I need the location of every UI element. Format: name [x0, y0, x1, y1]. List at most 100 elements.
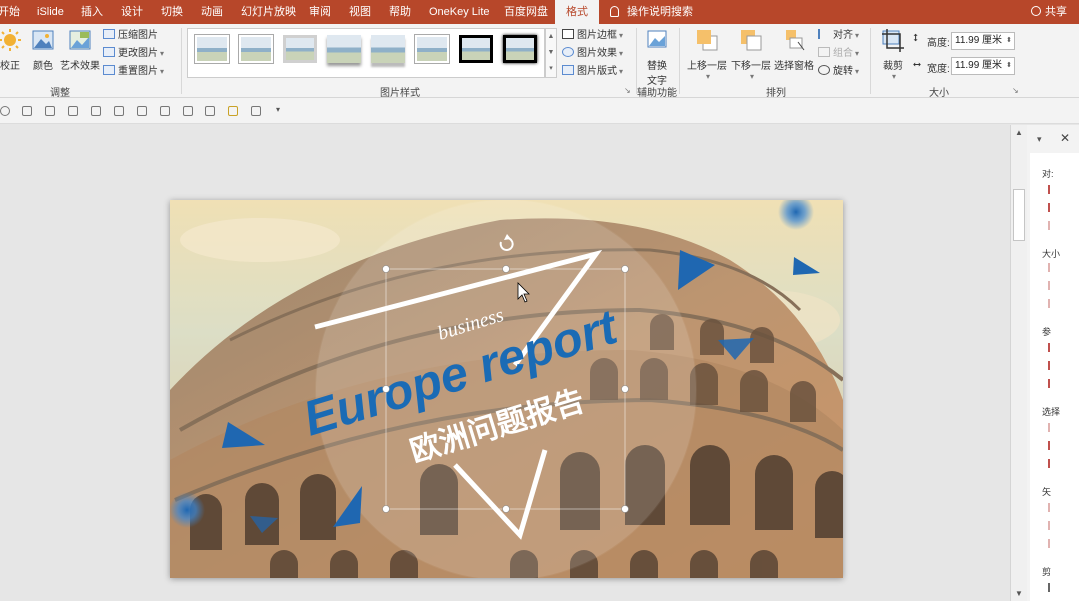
dialog-launcher-icon[interactable]: ↘: [624, 86, 631, 95]
picture-layout-button[interactable]: 图片版式 ▾: [562, 64, 623, 80]
group-objects-button[interactable]: 组合 ▾: [818, 46, 859, 62]
change-picture-button[interactable]: 更改图片 ▾: [103, 46, 164, 62]
tab-transitions[interactable]: 切换: [161, 0, 183, 24]
picture-border-label: 图片边框: [577, 30, 617, 41]
align-top-icon[interactable]: [1048, 203, 1057, 212]
size-height-icon[interactable]: [1048, 281, 1057, 290]
close-icon[interactable]: ✕: [1060, 131, 1070, 145]
chevron-down-icon[interactable]: ▼: [546, 45, 556, 61]
reset-picture-label: 重置图片: [118, 66, 158, 77]
dialog-launcher-icon[interactable]: ↘: [1012, 86, 1019, 95]
tab-review[interactable]: 审阅: [309, 0, 331, 24]
ribbon-format: 校正 颜色 艺术效果 压缩图片 更改图片 ▾ 重置图片 ▾ 调整 ▲ ▼ ▾ 图片边框 ▾…: [0, 24, 1079, 99]
selection-pane-button[interactable]: 选择窗格: [773, 28, 815, 72]
picture-style-thumb[interactable]: [195, 35, 229, 63]
select-same-icon[interactable]: [1048, 441, 1057, 450]
crop-button[interactable]: 裁剪 ▾: [876, 28, 910, 81]
chevron-up-icon[interactable]: ▲: [546, 29, 556, 45]
width-input[interactable]: 11.99 厘米 ⬍: [951, 57, 1015, 75]
tell-me-search[interactable]: 操作说明搜索: [610, 0, 693, 24]
align-center-icon[interactable]: [114, 106, 124, 116]
pane-section-label: 选择: [1042, 407, 1061, 417]
select-similar-icon[interactable]: [1048, 459, 1057, 468]
brush-icon[interactable]: [228, 106, 238, 116]
distribute-icon[interactable]: [205, 106, 215, 116]
reset-picture-button[interactable]: 重置图片 ▾: [103, 64, 164, 80]
align-middle-icon[interactable]: [160, 106, 170, 116]
tab-view[interactable]: 视图: [349, 0, 371, 24]
more-icon[interactable]: ▾: [546, 61, 556, 77]
picture-style-thumb[interactable]: [239, 35, 273, 63]
rotate-button[interactable]: 旋转 ▾: [818, 64, 859, 80]
tab-insert[interactable]: 插入: [81, 0, 103, 24]
scrollbar-thumb[interactable]: [1013, 189, 1025, 241]
compress-pictures-button[interactable]: 压缩图片: [103, 28, 158, 44]
select-icon[interactable]: [1048, 423, 1057, 432]
color-label: 颜色: [33, 61, 53, 72]
tab-animations[interactable]: 动画: [201, 0, 223, 24]
tab-islide[interactable]: iSlide: [37, 0, 64, 24]
vector-copy-icon[interactable]: [1048, 521, 1057, 530]
alt-text-button[interactable]: 替换 文字: [640, 28, 674, 87]
align-top-icon[interactable]: [137, 106, 147, 116]
redo-icon[interactable]: [0, 106, 10, 116]
size-both-icon[interactable]: [1048, 299, 1057, 308]
picture-style-thumb[interactable]: [415, 35, 449, 63]
share-button[interactable]: 共享: [1031, 0, 1067, 24]
change-picture-icon: [103, 47, 115, 57]
group-icon[interactable]: [251, 106, 261, 116]
picture-style-thumb[interactable]: [283, 35, 317, 63]
corrections-button[interactable]: 校正: [0, 28, 26, 72]
customize-qat-icon[interactable]: ▾: [276, 105, 280, 114]
vector-icon[interactable]: [1048, 503, 1057, 512]
quick-access-toolbar: ▾: [0, 98, 1079, 124]
gallery-scroll[interactable]: ▲ ▼ ▾: [545, 28, 557, 78]
align-button[interactable]: 对齐 ▾: [818, 28, 859, 44]
align-left-icon[interactable]: [1048, 185, 1057, 194]
text-icon[interactable]: [1048, 539, 1057, 548]
picture-effects-button[interactable]: 图片效果 ▾: [562, 46, 623, 62]
picture-style-thumb[interactable]: [503, 35, 537, 63]
reference-center-icon[interactable]: [1048, 379, 1057, 388]
change-picture-label: 更改图片: [118, 48, 158, 59]
vertical-scrollbar[interactable]: ▲ ▼: [1010, 125, 1027, 601]
scroll-up-icon[interactable]: ▲: [1015, 128, 1023, 137]
corrections-label: 校正: [0, 61, 20, 72]
picture-style-thumb[interactable]: [327, 35, 361, 63]
size-width-icon[interactable]: [1048, 263, 1057, 272]
distribute-icon[interactable]: [1048, 221, 1057, 230]
slide[interactable]: business Europe report 欧洲问题报告: [170, 200, 843, 578]
picture-border-button[interactable]: 图片边框 ▾: [562, 28, 623, 44]
format-painter-icon[interactable]: [22, 106, 32, 116]
pane-section-label: 参: [1042, 327, 1052, 337]
picture-style-thumb[interactable]: [459, 35, 493, 63]
picture-color-icon: [32, 30, 54, 50]
artistic-effects-button[interactable]: 艺术效果: [59, 28, 101, 72]
pane-options-icon[interactable]: ▾: [1037, 134, 1042, 145]
tab-format[interactable]: 格式: [555, 0, 599, 24]
bring-forward-button[interactable]: 上移一层 ▾: [686, 28, 728, 81]
picture-style-thumb[interactable]: [371, 35, 405, 63]
spinner-icon[interactable]: ⬍: [1006, 33, 1012, 49]
print-icon[interactable]: [45, 106, 55, 116]
height-input[interactable]: 11.99 厘米 ⬍: [951, 32, 1015, 50]
picture-effects-label: 图片效果: [577, 48, 617, 59]
tab-home[interactable]: 开始: [0, 0, 20, 24]
spinner-icon[interactable]: ⬍: [1006, 58, 1012, 74]
tab-onekey-lite[interactable]: OneKey Lite: [429, 0, 490, 24]
reference-left-icon[interactable]: [1048, 343, 1057, 352]
tab-slideshow[interactable]: 幻灯片放映: [241, 0, 296, 24]
tab-help[interactable]: 帮助: [389, 0, 411, 24]
clipboard-icon[interactable]: [1048, 583, 1057, 592]
group-icon: [818, 47, 830, 57]
align-left-icon[interactable]: [68, 106, 78, 116]
reference-top-icon[interactable]: [1048, 361, 1057, 370]
tab-design[interactable]: 设计: [121, 0, 143, 24]
send-backward-button[interactable]: 下移一层 ▾: [730, 28, 772, 81]
align-bottom-icon[interactable]: [183, 106, 193, 116]
color-button[interactable]: 颜色: [28, 28, 58, 72]
tab-baidu-netdisk[interactable]: 百度网盘: [504, 0, 548, 24]
scroll-down-icon[interactable]: ▼: [1015, 589, 1023, 598]
chevron-down-icon: ▾: [619, 49, 624, 58]
align-right-icon[interactable]: [91, 106, 101, 116]
